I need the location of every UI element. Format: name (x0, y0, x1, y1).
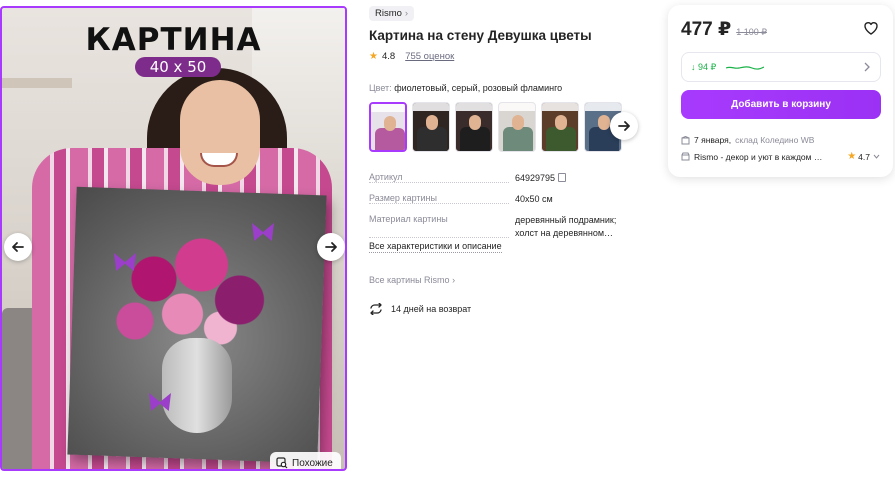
gallery-next-button[interactable] (317, 233, 345, 261)
gallery-prev-button[interactable] (4, 233, 32, 261)
artwork-face (162, 338, 232, 433)
wallet-discount-row[interactable]: ↓ 94 ₽ (681, 52, 881, 82)
thumbnail-banner (499, 103, 535, 111)
seller-row[interactable]: Rismo - декор и уют в каждом … ★ 4.7 (681, 151, 881, 162)
box-icon (681, 135, 690, 144)
spec-key: Размер картины (369, 193, 515, 206)
thumbnail-face (512, 115, 524, 130)
similar-items-button[interactable]: Похожие (270, 452, 341, 469)
spec-key-text: Материал картины (369, 214, 450, 224)
thumbnail-variant[interactable] (455, 102, 493, 152)
heart-icon[interactable] (863, 20, 879, 36)
thumbnail-banner (371, 104, 405, 112)
spec-row-article: Артикул 64929795 (369, 172, 634, 185)
spec-row-material: Материал картины деревянный подрамник; х… (369, 214, 634, 240)
background-shelf (2, 78, 72, 88)
chevron-right-icon: › (452, 275, 456, 285)
rating-value: 4.8 (381, 51, 396, 62)
product-title: Картина на стену Девушка цветы (369, 28, 592, 43)
arrow-left-icon (12, 242, 24, 252)
spec-row-size: Размер картины 40x50 см (369, 193, 634, 206)
price-row: 477 ₽ 1 100 ₽ (681, 18, 767, 41)
arrow-right-icon (325, 242, 337, 252)
delivery-info: 7 января, склад Коледино WB (681, 135, 814, 145)
thumbnail-variant[interactable] (369, 102, 407, 152)
color-value: фиолетовый, серый, розовый фламинго (394, 83, 563, 93)
star-icon: ★ (369, 51, 378, 62)
thumbnail-banner (542, 103, 578, 111)
spec-key-text: Артикул (369, 172, 405, 182)
copy-icon[interactable] (558, 173, 567, 182)
product-gallery[interactable]: КАРТИНА 40 х 50 Похожие (0, 6, 347, 471)
shop-icon (681, 152, 690, 161)
wallet-discount: ↓ 94 ₽ (691, 61, 717, 72)
return-arrows-icon (370, 303, 382, 315)
thumbnail-face (384, 116, 396, 131)
thumbnail-face (555, 115, 567, 130)
thumbnail-variant[interactable] (498, 102, 536, 152)
all-brand-items-link[interactable]: Все картины Rismo › (369, 275, 455, 285)
reviews-link[interactable]: 755 оценок (405, 51, 454, 62)
thumbnail-banner (585, 103, 621, 111)
color-label: Цвет: (369, 83, 392, 93)
color-row: Цвет: фиолетовый, серый, розовый фламинг… (369, 83, 562, 93)
delivery-warehouse: склад Коледино WB (735, 135, 815, 145)
thumbnail-face (598, 115, 610, 130)
thumbnail-variant[interactable] (541, 102, 579, 152)
similar-label: Похожие (292, 457, 333, 469)
thumbnail-art (460, 127, 490, 151)
returns-text: 14 дней на возврат (391, 304, 472, 314)
chevron-right-icon: › (404, 8, 409, 19)
spec-value-article[interactable]: 64929795 (515, 172, 633, 185)
thumbnail-banner (413, 103, 449, 111)
spec-key: Материал картины (369, 214, 515, 240)
star-icon: ★ (847, 151, 857, 162)
brand-name: Rismo (375, 8, 402, 19)
all-characteristics-link[interactable]: Все характеристики и описание (369, 241, 502, 253)
wallet-squiggle-icon (726, 66, 765, 70)
spec-key: Артикул (369, 172, 515, 185)
spec-value: 40x50 см (515, 194, 553, 204)
thumbnail-art (375, 128, 405, 150)
specs-table: Артикул 64929795 Размер картины 40x50 см… (369, 172, 634, 248)
spec-value: деревянный подрамник; холст на деревянно… (515, 215, 617, 238)
chevron-down-icon (873, 154, 880, 159)
brand-link[interactable]: Rismo › (369, 6, 415, 21)
thumbnail-face (426, 115, 438, 130)
thumbnails-next-button[interactable] (610, 112, 638, 140)
buy-card: 477 ₽ 1 100 ₽ ↓ 94 ₽ Добавить в корзину … (668, 5, 893, 177)
thumbnail-banner (456, 103, 492, 111)
thumbnail-variant[interactable] (412, 102, 450, 152)
thumbnail-art (546, 127, 576, 151)
spec-key-text: Размер картины (369, 193, 439, 203)
seller-rating-value: 4.7 (858, 151, 870, 162)
spec-value-text: 64929795 (515, 173, 556, 183)
add-to-cart-button[interactable]: Добавить в корзину (681, 90, 881, 119)
poster-size-badge: 40 х 50 (135, 57, 221, 77)
arrow-right-icon (618, 121, 630, 131)
similar-search-icon (276, 457, 288, 469)
product-page: КАРТИНА 40 х 50 Похожие Rismo › Картина … (0, 0, 895, 479)
thumbnail-art (417, 127, 447, 151)
current-price: 477 ₽ (681, 19, 732, 40)
thumbnail-face (469, 115, 481, 130)
chevron-right-icon (864, 62, 870, 72)
rating-row: ★ 4.8 755 оценок (369, 51, 454, 62)
returns-info: 14 дней на возврат (369, 303, 471, 315)
delivery-date: 7 января, (694, 135, 732, 145)
model-face (180, 80, 260, 185)
seller-rating: ★ 4.7 (847, 151, 881, 162)
seller-name: Rismo - декор и уют в каждом … (694, 151, 823, 162)
poster-title: КАРТИНА (85, 22, 262, 58)
color-thumbnails (369, 102, 622, 152)
old-price: 1 100 ₽ (736, 27, 767, 37)
thumbnail-art (503, 127, 533, 151)
all-brand-items-text: Все картины Rismo (369, 275, 450, 285)
